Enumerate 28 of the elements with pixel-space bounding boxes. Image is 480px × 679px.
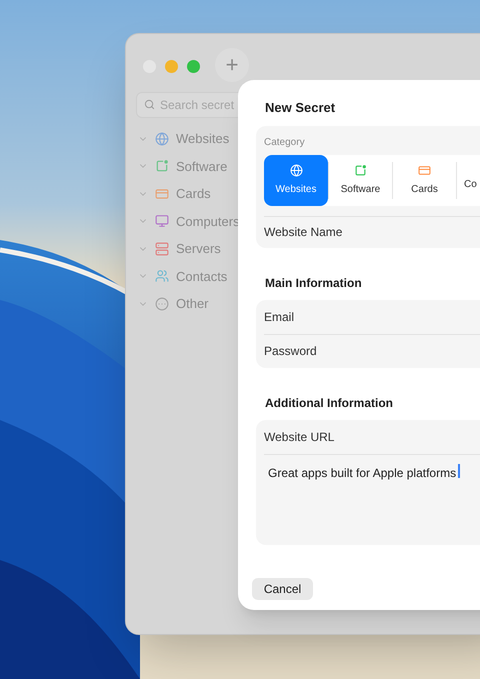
sidebar-item[interactable]: Contacts — [176, 266, 228, 286]
search-icon — [144, 99, 155, 110]
sidebar-item[interactable]: Servers — [176, 239, 221, 258]
sidebar-item[interactable]: Other — [176, 294, 209, 314]
add-button[interactable]: + — [215, 48, 249, 82]
notes-field[interactable]: Great apps built for Apple platforms — [264, 454, 480, 544]
category-tab[interactable]: Co — [456, 162, 479, 198]
zoom-window-button[interactable] — [187, 60, 200, 72]
section-title: Additional Information — [265, 394, 394, 412]
sidebar-item[interactable]: Software — [176, 156, 228, 176]
text-field[interactable]: Password — [264, 342, 480, 360]
cancel-button[interactable]: Cancel — [252, 578, 313, 600]
website-name-field[interactable]: Website Name — [264, 223, 480, 241]
card-icon — [418, 164, 431, 176]
sidebar-item[interactable]: Websites — [176, 129, 230, 148]
category-tab[interactable]: Websites — [264, 154, 328, 206]
minimize-window-button[interactable] — [165, 60, 178, 72]
text-field[interactable]: Website URL — [264, 428, 480, 446]
sidebar-item[interactable]: Cards — [176, 184, 211, 204]
globe-icon — [290, 164, 302, 176]
category-tab[interactable]: Software — [328, 162, 392, 198]
app-icon — [354, 164, 367, 176]
section-title: Main Information — [265, 274, 363, 292]
text-field[interactable]: Email — [264, 308, 480, 326]
sidebar-item[interactable]: Computers — [176, 212, 240, 231]
category-label: Category — [264, 136, 306, 150]
text-cursor — [458, 464, 460, 478]
category-tab[interactable]: Cards — [392, 162, 456, 198]
